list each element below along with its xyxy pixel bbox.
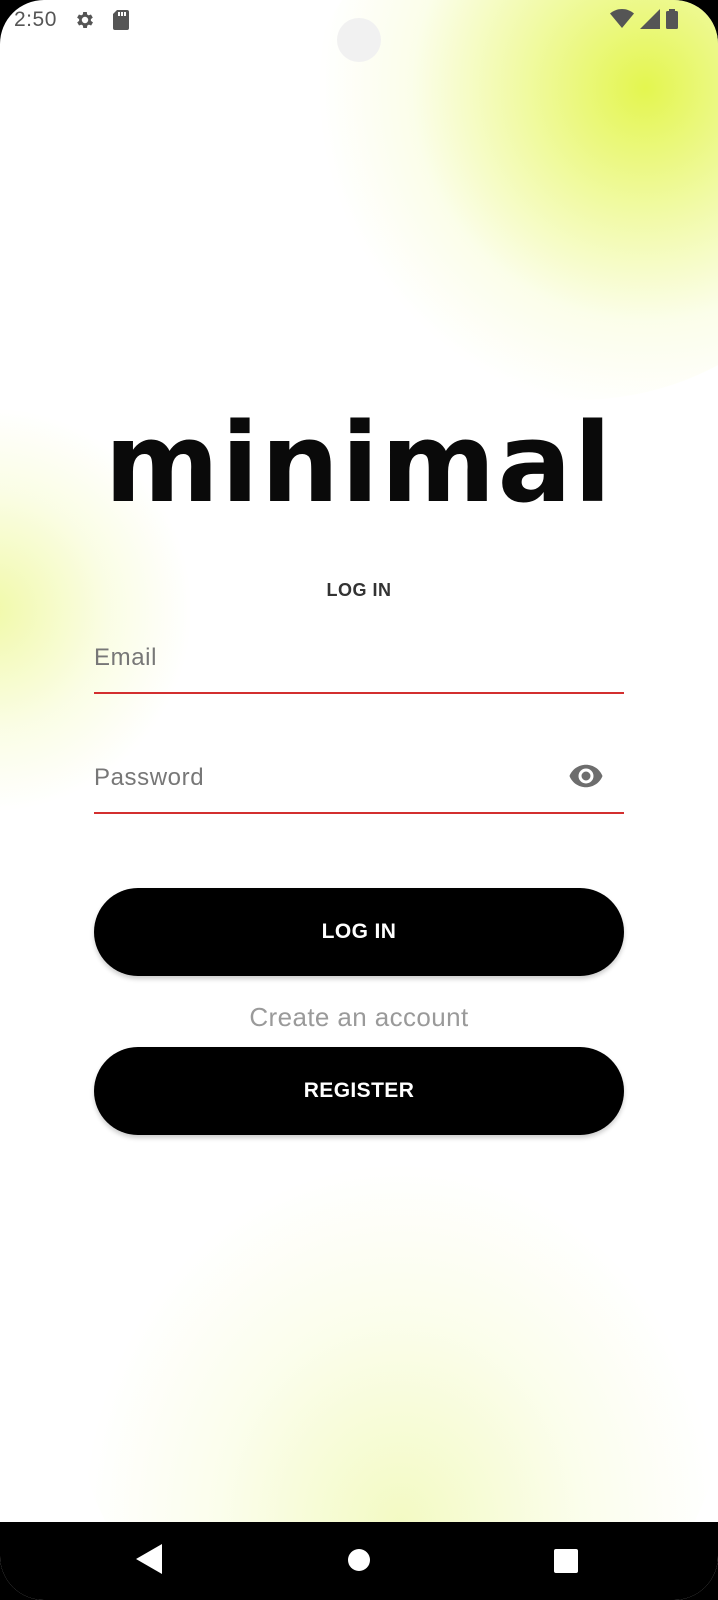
login-button[interactable]: LOG IN [94, 888, 624, 976]
app-logo: minimal [104, 399, 614, 527]
screen: 2:50 minimal LOG IN Email LOG IN Create … [0, 0, 718, 1600]
camera-cutout [337, 18, 381, 62]
sd-card-icon [113, 10, 129, 30]
wifi-icon [610, 9, 634, 28]
recents-icon[interactable] [554, 1549, 578, 1573]
navigation-bar [0, 1522, 718, 1600]
email-field-container [94, 636, 624, 694]
create-account-label: Create an account [249, 1002, 469, 1032]
signal-icon [640, 9, 660, 29]
gear-icon [77, 12, 93, 28]
home-icon[interactable] [348, 1549, 370, 1571]
eye-icon[interactable] [568, 758, 604, 794]
page-title: LOG IN [326, 580, 392, 600]
register-button[interactable]: REGISTER [94, 1047, 624, 1135]
email-field[interactable] [94, 636, 624, 692]
battery-icon [666, 9, 678, 29]
password-field[interactable] [94, 756, 624, 812]
back-icon[interactable] [136, 1544, 162, 1574]
status-time: 2:50 [14, 8, 57, 31]
password-field-container [94, 756, 624, 814]
status-icons [610, 9, 678, 29]
